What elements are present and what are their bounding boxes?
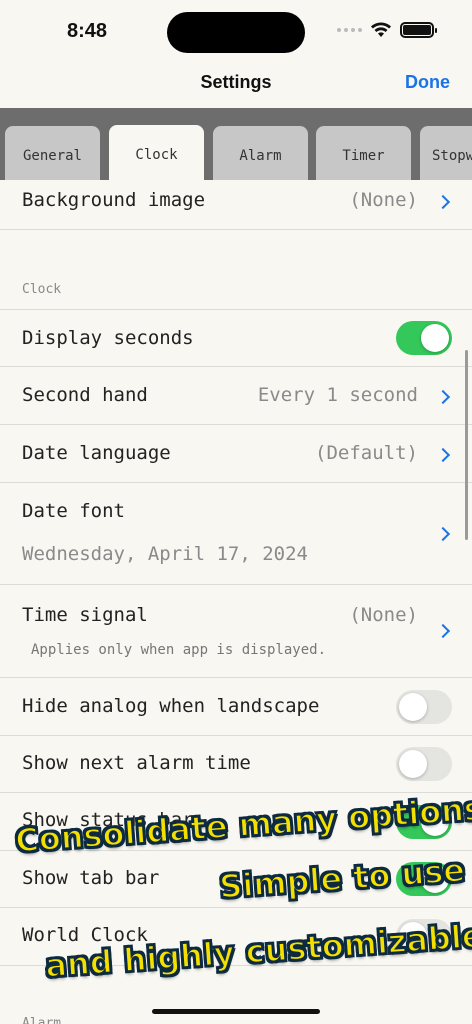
section-header-clock: Clock bbox=[22, 282, 62, 297]
done-button[interactable]: Done bbox=[405, 72, 450, 93]
date-font-row[interactable]: Date font Wednesday, April 17, 2024 bbox=[0, 483, 472, 585]
display-seconds-label: Display seconds bbox=[22, 327, 194, 349]
wifi-icon bbox=[371, 22, 391, 37]
time-signal-note: Applies only when app is displayed. bbox=[31, 642, 327, 658]
dynamic-island bbox=[167, 12, 305, 53]
hide-analog-row: Hide analog when landscape bbox=[0, 678, 472, 736]
time-signal-row[interactable]: Time signal (None) Applies only when app… bbox=[0, 585, 472, 678]
cellular-signal-icon bbox=[337, 28, 362, 32]
chevron-right-icon bbox=[435, 194, 451, 210]
page-title: Settings bbox=[200, 72, 272, 92]
hide-analog-label: Hide analog when landscape bbox=[22, 695, 320, 717]
show-next-alarm-label: Show next alarm time bbox=[22, 752, 251, 774]
section-header-alarm: Alarm bbox=[22, 1016, 62, 1024]
second-hand-label: Second hand bbox=[22, 384, 148, 406]
chevron-right-icon bbox=[435, 623, 451, 639]
background-image-row[interactable]: Background image (None) bbox=[0, 180, 472, 230]
tab-timer[interactable]: Timer bbox=[316, 126, 411, 180]
time-signal-label: Time signal bbox=[22, 604, 148, 626]
chevron-right-icon bbox=[435, 447, 451, 463]
home-indicator[interactable] bbox=[152, 1009, 320, 1014]
scrollbar[interactable] bbox=[465, 350, 468, 540]
second-hand-value: Every 1 second bbox=[257, 384, 418, 406]
chevron-right-icon bbox=[435, 526, 451, 542]
date-language-row[interactable]: Date language (Default) bbox=[0, 425, 472, 483]
status-time: 8:48 bbox=[67, 20, 108, 42]
top-bar: 8:48 Settings Done bbox=[0, 0, 472, 108]
tab-strip: General Clock Alarm Timer Stopw bbox=[0, 108, 472, 180]
second-hand-row[interactable]: Second hand Every 1 second bbox=[0, 367, 472, 425]
time-signal-value: (None) bbox=[349, 604, 418, 626]
tab-clock[interactable]: Clock bbox=[109, 125, 204, 180]
status-icons bbox=[337, 22, 437, 38]
show-next-alarm-row: Show next alarm time bbox=[0, 736, 472, 793]
battery-icon bbox=[400, 22, 437, 38]
show-tab-bar-label: Show tab bar bbox=[22, 867, 160, 889]
display-seconds-toggle[interactable] bbox=[396, 321, 452, 355]
display-seconds-row: Display seconds bbox=[0, 310, 472, 367]
date-font-sample: Wednesday, April 17, 2024 bbox=[22, 543, 308, 565]
date-language-value: (Default) bbox=[315, 442, 418, 464]
date-font-label: Date font bbox=[22, 500, 125, 522]
chevron-right-icon bbox=[435, 389, 451, 405]
hide-analog-toggle[interactable] bbox=[396, 690, 452, 724]
tab-general[interactable]: General bbox=[5, 126, 100, 180]
background-image-label: Background image bbox=[22, 189, 206, 211]
date-language-label: Date language bbox=[22, 442, 171, 464]
show-next-alarm-toggle[interactable] bbox=[396, 747, 452, 781]
tab-alarm[interactable]: Alarm bbox=[213, 126, 308, 180]
background-image-value: (None) bbox=[349, 189, 418, 211]
tab-stopwatch[interactable]: Stopw bbox=[420, 126, 472, 180]
